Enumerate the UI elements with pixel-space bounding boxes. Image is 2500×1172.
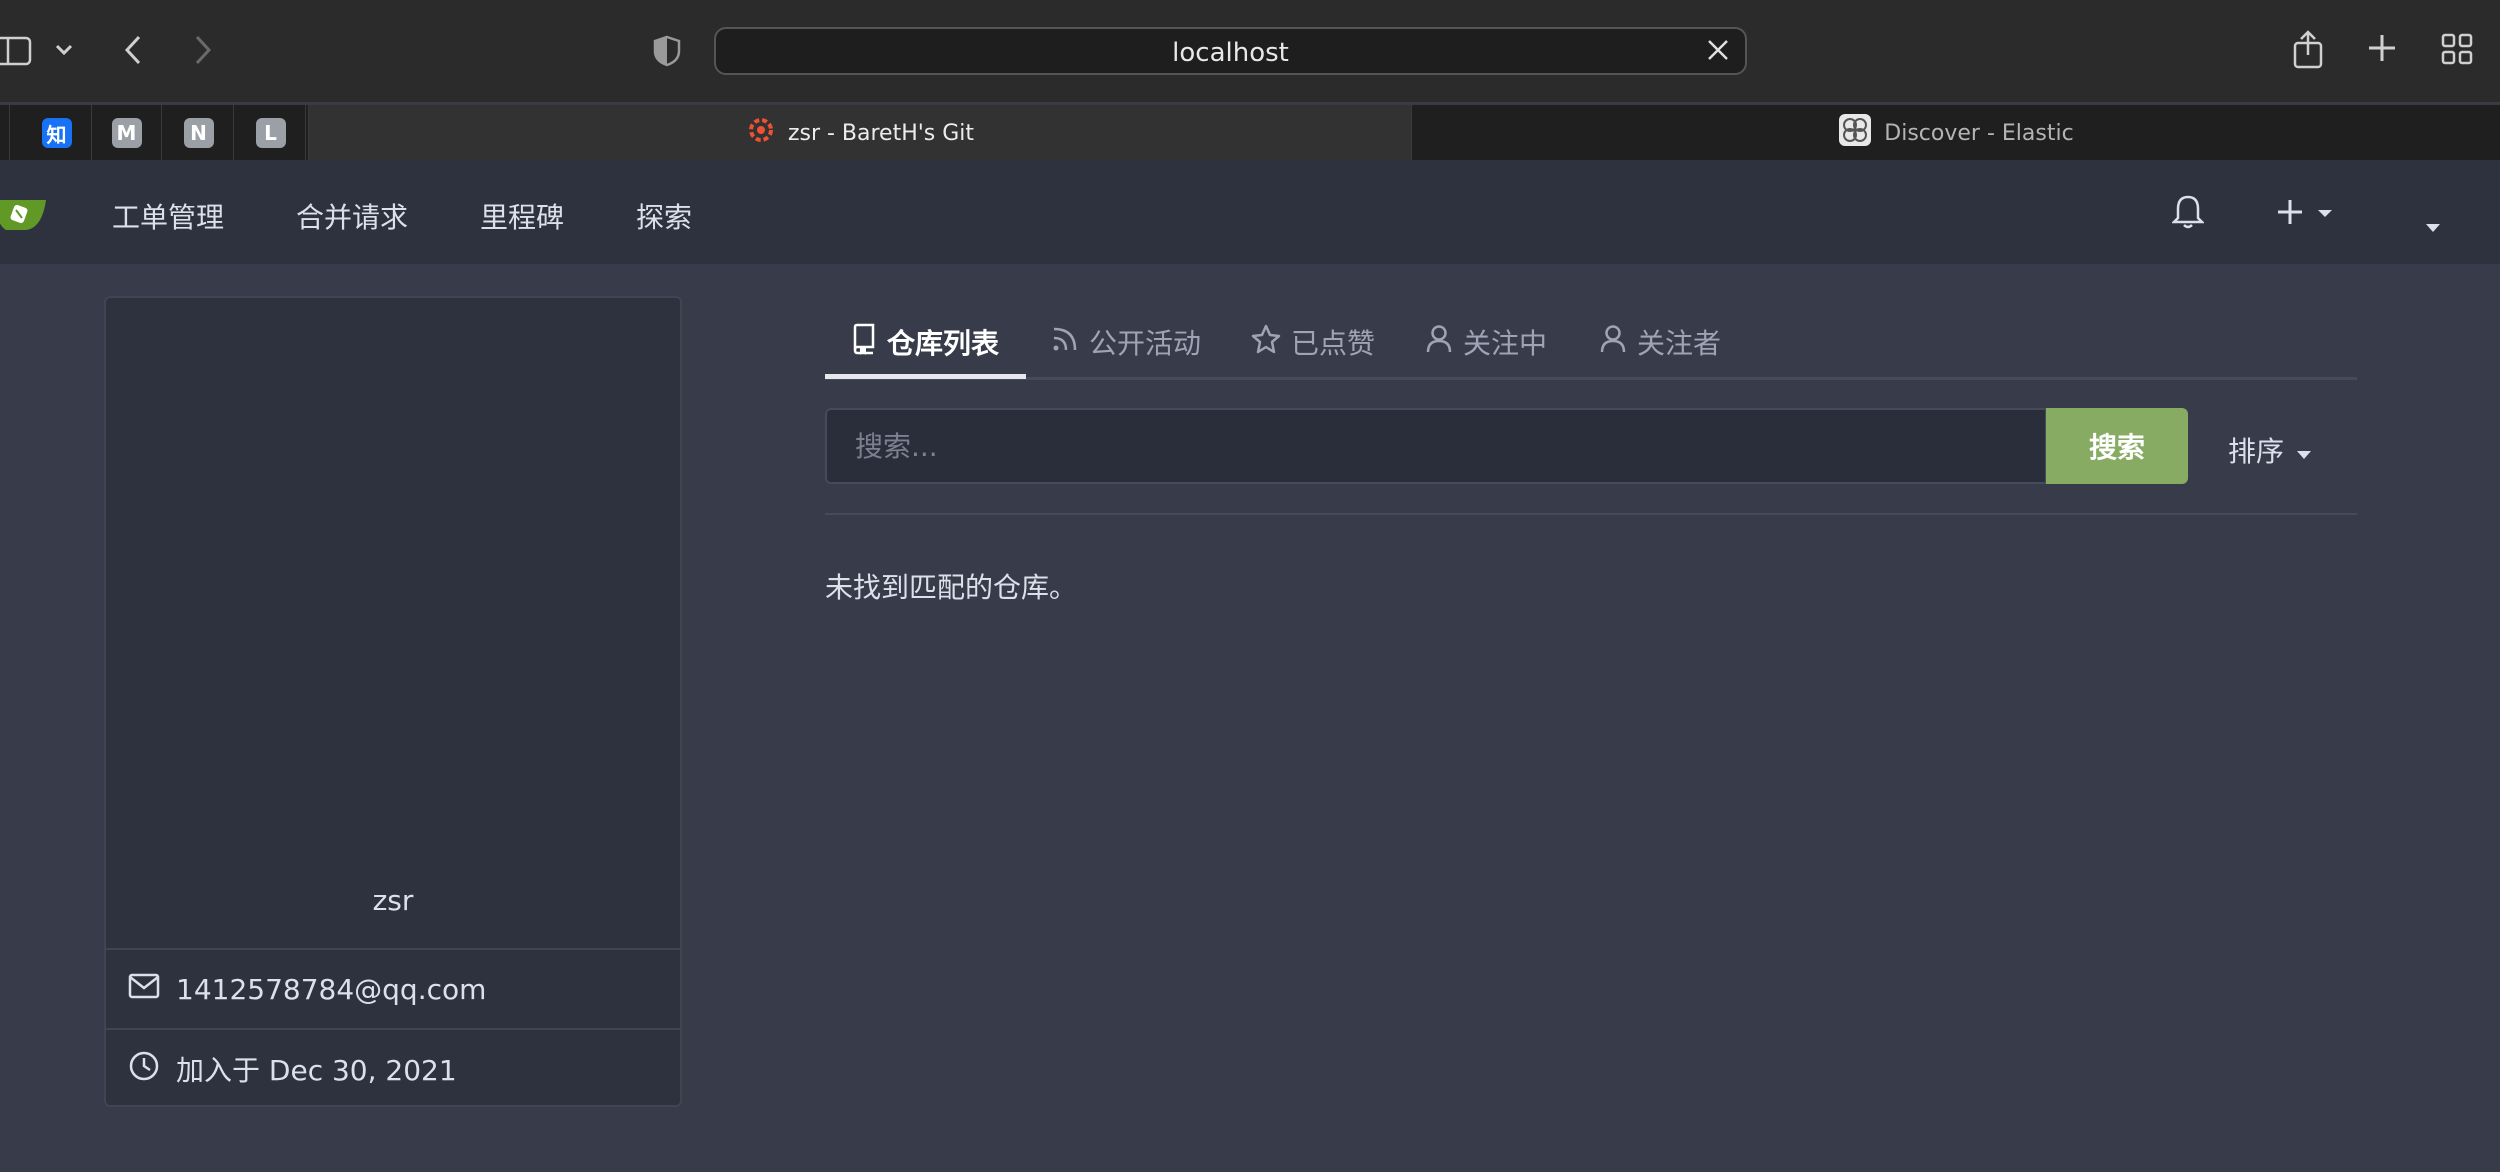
search-input[interactable]: [827, 410, 2045, 482]
empty-state-message: 未找到匹配的仓库。: [825, 571, 1078, 604]
avatar: [106, 298, 680, 948]
person-icon: [1599, 324, 1627, 361]
tab-label: 仓库列表: [887, 327, 1000, 360]
tab-gitea[interactable]: zsr - BaretH's Git: [308, 105, 1412, 161]
new-tab-icon[interactable]: [2366, 32, 2398, 64]
url-text: localhost: [1172, 38, 1289, 68]
profile-username: zsr: [372, 884, 414, 917]
star-icon: [1251, 324, 1281, 361]
bell-icon[interactable]: [2170, 194, 2206, 234]
gitea-gear-icon: [746, 115, 776, 151]
back-icon[interactable]: [118, 30, 148, 70]
nav-explore[interactable]: 探索: [636, 196, 692, 236]
gitea-navbar: 工单管理 合并请求 里程碑 探索: [0, 160, 2500, 264]
address-bar[interactable]: localhost: [714, 27, 1747, 75]
rss-icon: [1051, 325, 1079, 360]
divider: [825, 513, 2357, 515]
chevron-down-icon[interactable]: [52, 38, 76, 62]
browser-toolbar: localhost: [0, 0, 2500, 102]
person-icon: [1425, 324, 1453, 361]
pinned-tab-zhihu[interactable]: 知: [22, 105, 92, 161]
clock-icon: [128, 1050, 160, 1089]
profile-email-row: 1412578784@qq.com: [106, 948, 680, 1028]
profile-email[interactable]: 1412578784@qq.com: [176, 973, 486, 1006]
repo-search-field[interactable]: [825, 408, 2047, 484]
tab-label: 已点赞: [1291, 327, 1376, 360]
nav-issues[interactable]: 工单管理: [112, 196, 224, 236]
pinned-tab-n[interactable]: N: [164, 105, 234, 161]
mail-icon: [128, 973, 160, 1006]
tab-overview-icon[interactable]: [2440, 32, 2474, 66]
profile-card: zsr 1412578784@qq.com 加入于 Dec 30, 2021: [104, 296, 682, 1107]
nav-pull-requests[interactable]: 合并请求: [296, 196, 408, 236]
zhihu-icon: 知: [41, 118, 72, 148]
user-menu-caret-icon[interactable]: [2424, 218, 2442, 237]
tab-label: 关注中: [1463, 327, 1548, 360]
m-icon: M: [111, 118, 142, 148]
l-icon: L: [255, 118, 286, 148]
privacy-shield-icon[interactable]: [652, 34, 682, 68]
sort-label: 排序: [2228, 435, 2285, 468]
tab-following[interactable]: 关注中: [1425, 322, 1547, 362]
tab-repositories[interactable]: 仓库列表: [851, 322, 999, 362]
elastic-icon: [1838, 113, 1872, 153]
tab-label: 公开活动: [1089, 327, 1202, 360]
n-icon: N: [183, 118, 214, 148]
tab-label: 关注者: [1637, 327, 1722, 360]
tab-title: zsr - BaretH's Git: [787, 120, 975, 146]
sidebar-toggle-icon[interactable]: [0, 34, 34, 68]
gitea-logo-icon[interactable]: [0, 194, 48, 234]
pinned-tab-l[interactable]: L: [236, 105, 306, 161]
profile-joined-row: 加入于 Dec 30, 2021: [106, 1028, 680, 1105]
active-tab-underline: [825, 374, 1026, 379]
share-icon[interactable]: [2290, 28, 2326, 70]
caret-down-icon: [2296, 434, 2312, 467]
tab-title: Discover - Elastic: [1884, 120, 2074, 146]
nav-milestones[interactable]: 里程碑: [480, 196, 564, 236]
tab-followers[interactable]: 关注者: [1599, 322, 1721, 362]
pinned-tab-partial[interactable]: [0, 105, 10, 161]
pinned-tab-m[interactable]: M: [92, 105, 162, 161]
profile-joined: 加入于 Dec 30, 2021: [176, 1054, 457, 1087]
forward-icon[interactable]: [188, 30, 218, 70]
search-button[interactable]: 搜索: [2046, 408, 2188, 484]
tab-strip: 知 M N L zsr - BaretH's Git Discover - El…: [0, 104, 2500, 161]
repo-icon: [851, 323, 877, 362]
tab-public-activity[interactable]: 公开活动: [1051, 322, 1201, 362]
user-tabs: 仓库列表 公开活动 已点赞 关注中 关注者: [825, 306, 2357, 380]
clear-url-icon[interactable]: [1705, 37, 1731, 67]
create-plus-icon[interactable]: [2276, 198, 2334, 230]
tab-elastic[interactable]: Discover - Elastic: [1412, 105, 2500, 161]
tab-starred[interactable]: 已点赞: [1251, 322, 1375, 362]
sort-dropdown[interactable]: 排序: [2228, 430, 2312, 470]
